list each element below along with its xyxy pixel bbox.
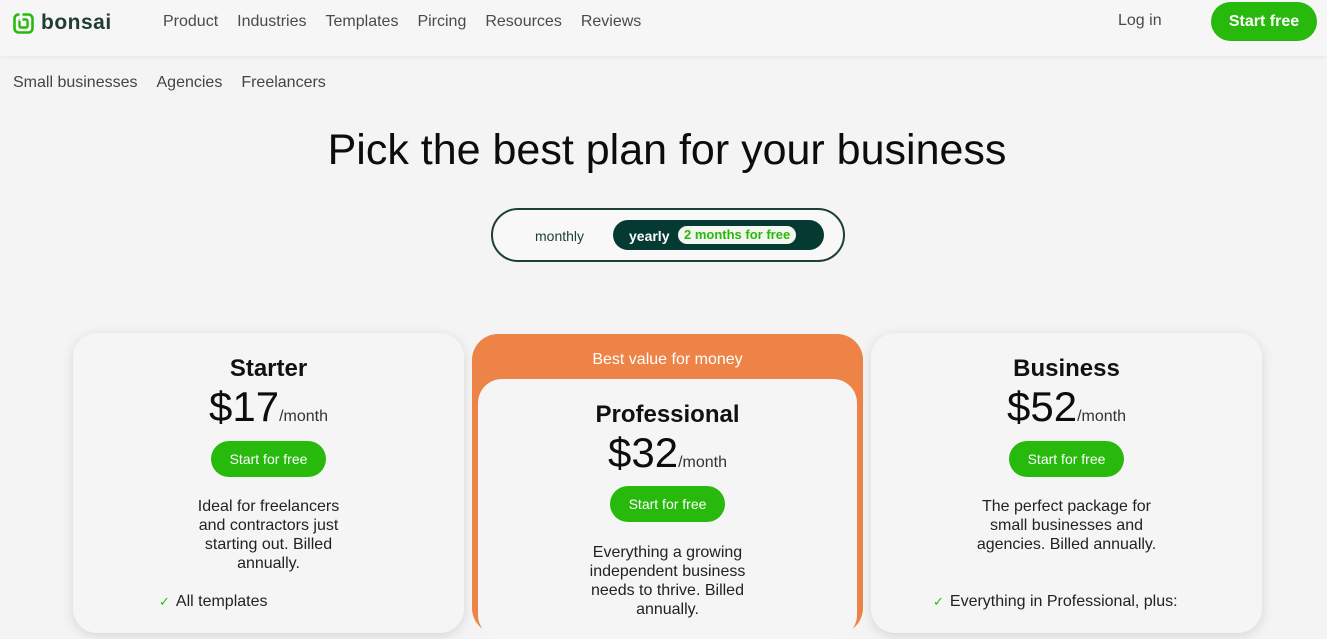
nav-templates[interactable]: Templates <box>326 13 399 31</box>
price-unit: /month <box>279 408 328 425</box>
start-for-free-button[interactable]: Start for free <box>211 441 326 477</box>
plan-description: Ideal for freelancers and contractors ju… <box>197 498 340 572</box>
price-amount: $52 <box>1007 383 1078 430</box>
subnav-freelancers[interactable]: Freelancers <box>241 74 325 92</box>
plan-card-business: Business $52/month Start for free The pe… <box>871 333 1262 633</box>
billing-toggle[interactable]: monthly yearly 2 months for free <box>491 208 845 262</box>
start-for-free-button[interactable]: Start for free <box>610 486 725 522</box>
plan-description: The perfect package for small businesses… <box>976 498 1157 553</box>
nav-pricing[interactable]: Pircing <box>417 13 466 31</box>
bonsai-logo-icon <box>13 12 34 34</box>
plan-card-professional-body: Professional $32/month Start for free Ev… <box>478 379 857 639</box>
feature-item: ✓ All templates <box>159 593 268 611</box>
plan-name: Business <box>1013 355 1120 382</box>
free-months-badge: 2 months for free <box>678 226 797 244</box>
check-icon: ✓ <box>933 594 944 609</box>
login-link[interactable]: Log in <box>1118 12 1162 30</box>
page-title: Pick the best plan for your business <box>327 126 1007 174</box>
nav-product[interactable]: Product <box>163 13 218 31</box>
plan-price: $32/month <box>478 429 857 477</box>
plan-card-starter: Starter $17/month Start for free Ideal f… <box>73 333 464 633</box>
subnav-agencies[interactable]: Agencies <box>157 74 223 92</box>
audience-subnav: Small businesses Agencies Freelancers <box>13 74 326 92</box>
start-free-button[interactable]: Start free <box>1211 2 1317 41</box>
feature-item: ✓ Everything in Professional, plus: <box>933 593 1178 611</box>
best-value-banner: Best value for money <box>592 351 743 368</box>
plan-price: $17/month <box>73 383 464 431</box>
brand-name: bonsai <box>41 11 112 34</box>
price-unit: /month <box>678 454 727 471</box>
toggle-yearly-option[interactable]: yearly 2 months for free <box>613 220 824 250</box>
plan-name: Starter <box>229 355 308 382</box>
toggle-monthly-option[interactable]: monthly <box>535 228 584 244</box>
top-navbar: bonsai Product Industries Templates Pirc… <box>0 0 1327 56</box>
brand-logo[interactable]: bonsai <box>13 11 112 34</box>
subnav-small-businesses[interactable]: Small businesses <box>13 74 138 92</box>
feature-label: All templates <box>175 593 268 610</box>
feature-label: Everything in Professional, plus: <box>949 593 1178 610</box>
price-amount: $17 <box>209 383 280 430</box>
plan-price: $52/month <box>871 383 1262 431</box>
nav-reviews[interactable]: Reviews <box>581 13 641 31</box>
plan-name: Professional <box>595 401 740 428</box>
nav-industries[interactable]: Industries <box>237 13 306 31</box>
check-icon: ✓ <box>159 594 170 609</box>
toggle-yearly-label: yearly <box>629 228 670 244</box>
price-amount: $32 <box>608 429 679 476</box>
primary-nav: Product Industries Templates Pircing Res… <box>163 0 641 44</box>
plan-description: Everything a growing independent busines… <box>589 544 746 618</box>
nav-resources[interactable]: Resources <box>485 13 561 31</box>
start-for-free-button[interactable]: Start for free <box>1009 441 1124 477</box>
price-unit: /month <box>1077 408 1126 425</box>
plan-card-professional: Best value for money Professional $32/mo… <box>472 334 863 639</box>
